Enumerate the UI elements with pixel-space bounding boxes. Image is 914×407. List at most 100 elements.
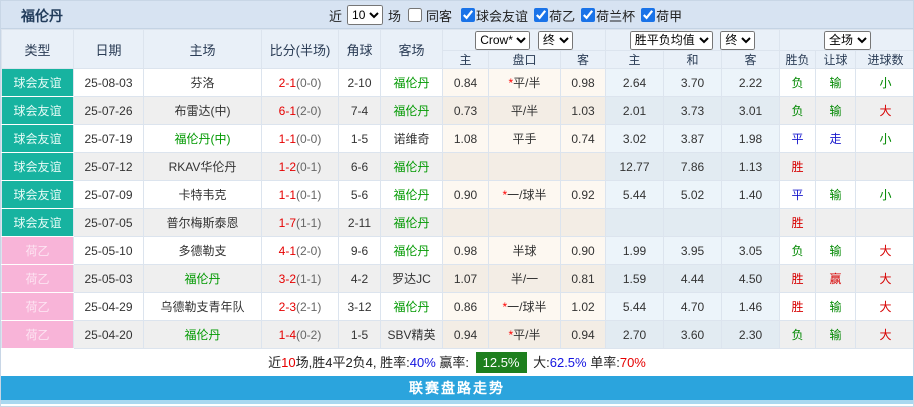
ah-line-cell: 平/半 <box>488 96 561 125</box>
eu-draw-odds-cell <box>663 208 723 237</box>
ah-line-cell <box>488 208 561 237</box>
ah-line-cell: *一/球半 <box>488 292 561 321</box>
home-team-cell: 福伦丹 <box>143 320 262 349</box>
home-team-cell: 福伦丹(中) <box>143 124 262 153</box>
ah-line-cell: *平/半 <box>488 320 561 349</box>
league-label-0: 球会友谊 <box>476 8 529 24</box>
league-checkbox-2[interactable] <box>581 8 596 22</box>
ah-away-odds-cell: 0.81 <box>559 264 607 293</box>
ah-away-odds-cell: 1.03 <box>559 96 607 125</box>
summary-part: 赢率: <box>435 355 473 370</box>
eu-home-odds-cell: 2.64 <box>605 68 665 97</box>
score-cell: 1-1(0-0) <box>261 124 339 153</box>
score-cell: 6-1(2-0) <box>261 96 339 125</box>
match-date-cell: 25-07-05 <box>73 208 144 237</box>
match-date-cell: 25-07-19 <box>73 124 144 153</box>
ah-away-odds-cell: 1.02 <box>559 292 607 321</box>
ah-home-odds-cell: 0.84 <box>442 68 489 97</box>
ah-home-odds-cell: 0.94 <box>442 320 489 349</box>
home-team-cell: 芬洛 <box>143 68 262 97</box>
col-header-date: 日期 <box>73 29 144 69</box>
home-team-cell: 布雷达(中) <box>143 96 262 125</box>
ah-home-odds-cell <box>442 152 489 181</box>
away-team-cell: 罗达JC <box>380 264 443 293</box>
table-row: 荷乙 25-05-10 多德勒支 4-1(2-0) 9-6 福伦丹 0.98 半球 0.90 1.… <box>1 236 913 265</box>
score-cell: 1-7(1-1) <box>261 208 339 237</box>
recent-count-select[interactable]: 10 <box>347 5 384 25</box>
league-checkbox-0[interactable] <box>461 8 476 22</box>
recent-label: 近 <box>329 8 343 24</box>
goals-result-cell: 小 <box>855 124 913 153</box>
eu-away-odds-cell: 1.40 <box>721 180 781 209</box>
col-header-corner: 角球 <box>338 29 381 69</box>
handicap-result-cell: 输 <box>815 236 857 265</box>
europe-stage-select[interactable]: 终 <box>720 30 756 50</box>
handicap-result-cell: 赢 <box>815 264 857 293</box>
bookmaker-select[interactable]: Crow* <box>475 30 531 50</box>
asian-odds-group: Crow* 终 <box>441 29 607 51</box>
goals-result-cell <box>855 208 913 237</box>
subcol-ah-away: 客 <box>559 50 607 69</box>
result-cell: 胜 <box>779 152 817 181</box>
result-cell: 负 <box>779 96 817 125</box>
match-type-cell: 荷乙 <box>1 236 74 265</box>
eu-home-odds-cell: 3.02 <box>605 124 665 153</box>
corner-cell: 1-5 <box>338 124 381 153</box>
league-checkbox-3[interactable] <box>641 8 656 22</box>
score-cell: 4-1(2-0) <box>261 236 339 265</box>
match-type-cell: 荷乙 <box>1 264 74 293</box>
result-cell: 负 <box>779 236 817 265</box>
handicap-result-cell: 输 <box>815 96 857 125</box>
scope-group: 全场 <box>779 29 913 51</box>
score-cell: 3-2(1-1) <box>261 264 339 293</box>
table-row: 荷乙 25-05-03 福伦丹 3-2(1-1) 4-2 罗达JC 1.07 半/一 0.81 1… <box>1 264 913 293</box>
eu-home-odds-cell: 2.70 <box>605 320 665 349</box>
europe-odds-select[interactable]: 胜平负均值 <box>629 30 713 50</box>
match-date-cell: 25-04-29 <box>73 292 144 321</box>
filter-controls: 近 10 场 同客 球会友谊 荷乙 荷兰杯 荷甲 <box>329 3 684 27</box>
home-team-cell: 多德勒支 <box>143 236 262 265</box>
away-team-cell: 福伦丹 <box>380 68 443 97</box>
match-date-cell: 25-07-09 <box>73 180 144 209</box>
away-team-cell: 福伦丹 <box>380 236 443 265</box>
summary-part: 单率: <box>586 355 620 370</box>
handicap-result-cell <box>815 152 857 181</box>
ah-away-odds-cell <box>559 208 607 237</box>
home-team-cell: RKAV华伦丹 <box>143 152 262 181</box>
result-cell: 胜 <box>779 264 817 293</box>
result-cell: 平 <box>779 124 817 153</box>
ah-home-odds-cell: 0.86 <box>442 292 489 321</box>
corner-cell: 5-6 <box>338 180 381 209</box>
table-row: 荷乙 25-04-20 福伦丹 1-4(0-2) 1-5 SBV精英 0.94 *平/半 0.9… <box>1 320 913 349</box>
col-header-type: 类型 <box>1 29 74 69</box>
bookmaker-stage-select[interactable]: 终 <box>537 30 573 50</box>
corner-cell: 2-10 <box>338 68 381 97</box>
subcol-eu-draw: 和 <box>663 50 723 69</box>
table-row: 球会友谊 25-07-12 RKAV华伦丹 1-2(0-1) 6-6 福伦丹 12.77 7.… <box>1 152 913 181</box>
ah-home-odds-cell: 0.90 <box>442 180 489 209</box>
eu-away-odds-cell: 1.98 <box>721 124 781 153</box>
subcol-handicap: 让球 <box>815 50 857 69</box>
subcol-ah-home: 主 <box>442 50 489 69</box>
eu-draw-odds-cell: 4.70 <box>663 292 723 321</box>
col-header-score: 比分(半场) <box>261 29 339 69</box>
ah-away-odds-cell: 0.94 <box>559 320 607 349</box>
goals-result-cell: 小 <box>855 180 913 209</box>
same-away-checkbox[interactable] <box>408 8 423 22</box>
footer-strip <box>1 400 913 404</box>
eu-away-odds-cell: 2.30 <box>721 320 781 349</box>
ah-home-odds-cell: 0.98 <box>442 236 489 265</box>
subcol-ah-line: 盘口 <box>488 50 561 69</box>
summary-part: 近 <box>268 355 282 370</box>
league-checkbox-1[interactable] <box>534 8 549 22</box>
ah-home-odds-cell <box>442 208 489 237</box>
eu-draw-odds-cell: 7.86 <box>663 152 723 181</box>
ah-line-cell: 半球 <box>488 236 561 265</box>
scope-select[interactable]: 全场 <box>824 30 872 50</box>
eu-away-odds-cell: 4.50 <box>721 264 781 293</box>
match-date-cell: 25-05-10 <box>73 236 144 265</box>
league-trend-button[interactable]: 联赛盘路走势 <box>1 376 913 400</box>
corner-cell: 2-11 <box>338 208 381 237</box>
table-row: 球会友谊 25-07-09 卡特韦克 1-1(0-1) 5-6 福伦丹 0.90 *一/球半 0… <box>1 180 913 209</box>
home-team-cell: 普尔梅斯泰恩 <box>143 208 262 237</box>
